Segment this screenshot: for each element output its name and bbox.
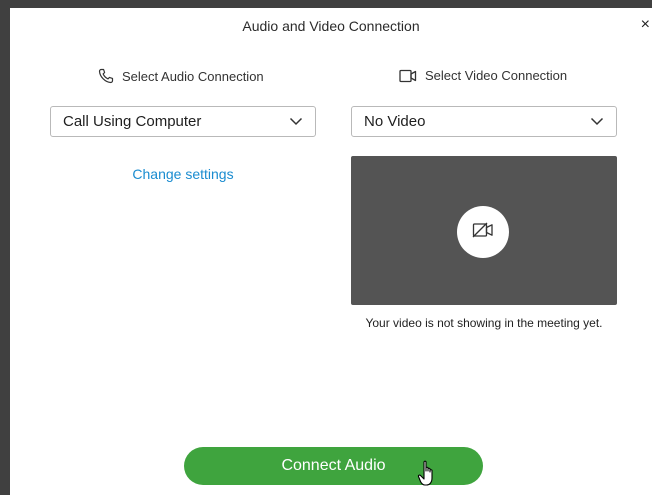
audio-connection-select[interactable]: Call Using Computer: [50, 106, 316, 137]
camera-icon: [399, 69, 417, 83]
audio-select-value: Call Using Computer: [63, 113, 202, 130]
change-settings-link[interactable]: Change settings: [50, 166, 316, 182]
video-preview: [351, 156, 617, 305]
camera-off-button[interactable]: [457, 206, 509, 258]
video-select-value: No Video: [364, 113, 426, 130]
camera-off-icon: [472, 222, 494, 243]
audio-connection-heading: Select Audio Connection: [98, 68, 264, 84]
video-connection-heading: Select Video Connection: [399, 68, 567, 83]
window-frame-top: [0, 0, 652, 8]
phone-icon: [98, 68, 114, 84]
chevron-down-icon: [289, 117, 303, 126]
close-button[interactable]: ×: [641, 16, 650, 34]
video-connection-select[interactable]: No Video: [351, 106, 617, 137]
audio-video-dialog: Audio and Video Connection × Select Audi…: [10, 8, 652, 495]
hand-pointer-icon: [417, 460, 439, 493]
window-frame-left: [0, 0, 10, 495]
dialog-title: Audio and Video Connection: [242, 18, 420, 34]
video-preview-note: Your video is not showing in the meeting…: [365, 316, 603, 330]
video-heading-label: Select Video Connection: [425, 68, 568, 83]
chevron-down-icon: [590, 117, 604, 126]
audio-heading-label: Select Audio Connection: [122, 68, 264, 84]
